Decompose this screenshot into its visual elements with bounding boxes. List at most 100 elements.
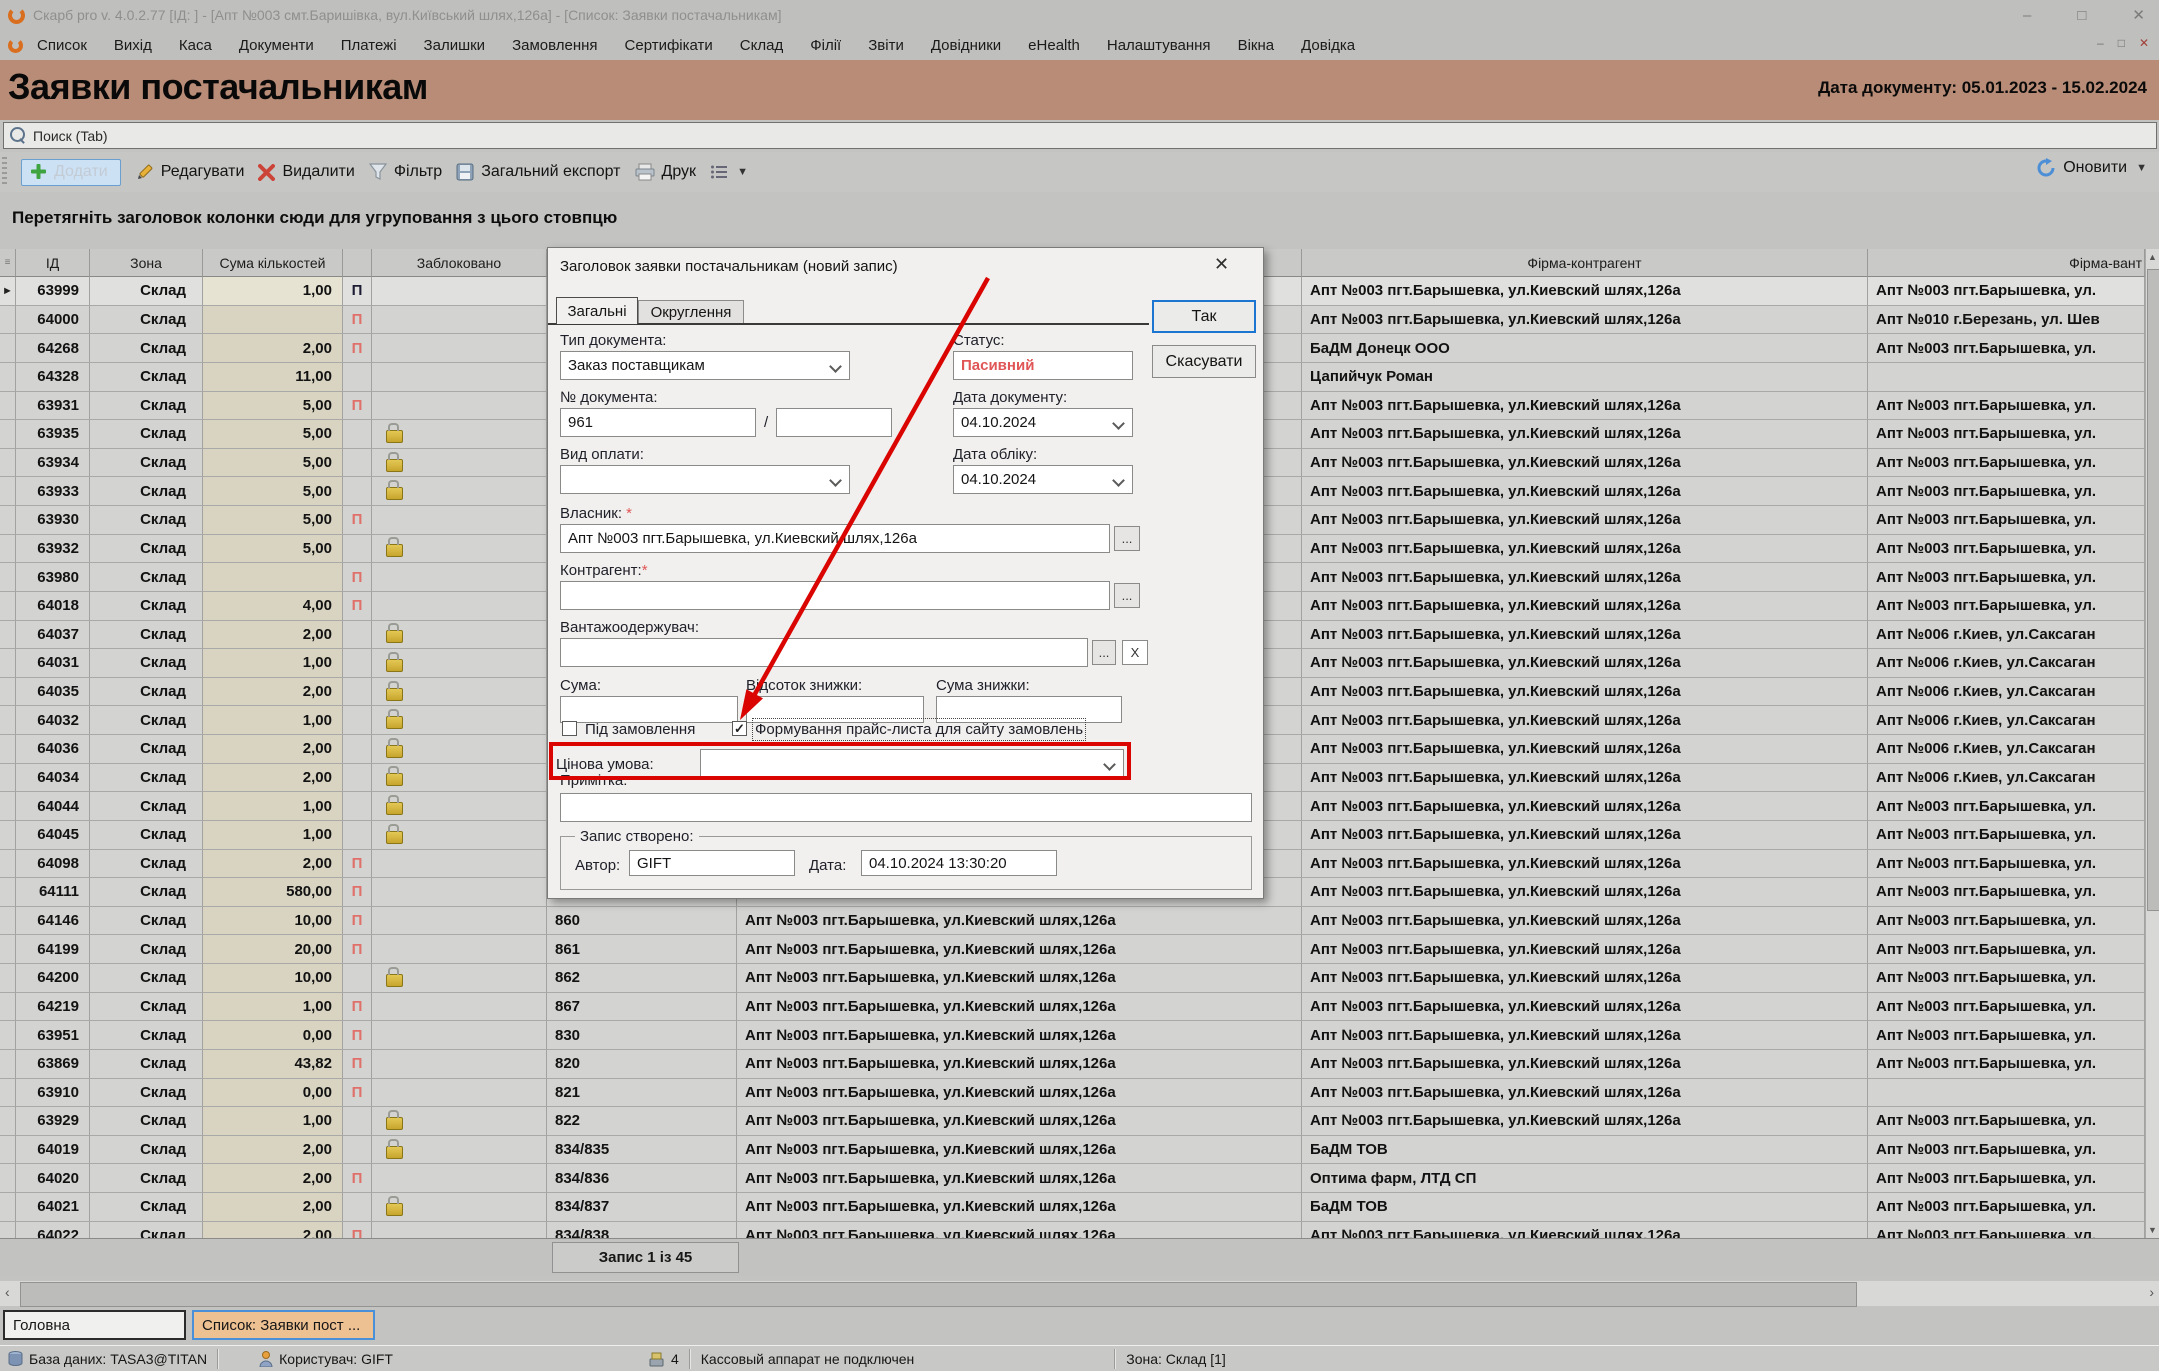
cell-id[interactable]: 64146 (16, 907, 90, 936)
cell-qty[interactable]: 1,00 (203, 792, 343, 821)
cell-id[interactable]: 63933 (16, 477, 90, 506)
cell-id[interactable]: 64022 (16, 1222, 90, 1238)
note-input[interactable] (560, 793, 1252, 822)
cell-blocked[interactable] (372, 563, 547, 592)
cell-id[interactable]: 64019 (16, 1136, 90, 1165)
cell-p-flag[interactable] (343, 1107, 372, 1136)
cell-blocked[interactable] (372, 649, 547, 678)
row-indicator[interactable] (0, 649, 16, 678)
cell-qty[interactable]: 10,00 (203, 907, 343, 936)
cell-contractor-firm[interactable]: Апт №003 пгт.Барышевка, ул.Киевский шлях… (1302, 1107, 1868, 1136)
search-input[interactable]: Поиск (Tab) (3, 122, 2157, 149)
cell-consignee-firm[interactable]: Апт №003 пгт.Барышевка, ул. (1868, 449, 2145, 478)
table-row[interactable]: 64021Склад2,00834/837Апт №003 пгт.Барыше… (0, 1193, 2145, 1222)
cell-p-flag[interactable] (343, 706, 372, 735)
cell-zone[interactable]: Склад (90, 1193, 203, 1222)
cell-blocked[interactable] (372, 334, 547, 363)
cell-id[interactable]: 63929 (16, 1107, 90, 1136)
menu-item-12[interactable]: Довідники (931, 37, 1001, 54)
cell-id[interactable]: 63932 (16, 535, 90, 564)
payment-type-select[interactable] (560, 465, 850, 494)
cancel-button[interactable]: Скасувати (1152, 345, 1256, 378)
cell-consignee-firm[interactable]: Апт №010 г.Березань, ул. Шев (1868, 306, 2145, 335)
cell-zone[interactable]: Склад (90, 477, 203, 506)
account-date-select[interactable]: 04.10.2024 (953, 465, 1133, 494)
cell-id[interactable]: 64031 (16, 649, 90, 678)
table-row[interactable]: 64022Склад2,00П834/838Апт №003 пгт.Барыш… (0, 1222, 2145, 1238)
cell-consignee-firm[interactable]: Апт №003 пгт.Барышевка, ул. (1868, 792, 2145, 821)
scroll-down-icon[interactable]: ▼ (2148, 1225, 2157, 1235)
cell-id[interactable]: 64035 (16, 678, 90, 707)
row-indicator[interactable] (0, 706, 16, 735)
cell-blocked[interactable] (372, 1222, 547, 1238)
cell-p-flag[interactable] (343, 363, 372, 392)
cell-blocked[interactable] (372, 506, 547, 535)
cell-contractor-firm[interactable]: Апт №003 пгт.Барышевка, ул.Киевский шлях… (1302, 964, 1868, 993)
cell-qty[interactable]: 2,00 (203, 1222, 343, 1238)
doc-number-suffix-input[interactable] (776, 408, 892, 437)
cell-p-flag[interactable]: П (343, 306, 372, 335)
cell-doc-number[interactable]: 867 (547, 993, 737, 1022)
cell-qty[interactable]: 2,00 (203, 1136, 343, 1165)
cell-id[interactable]: 63930 (16, 506, 90, 535)
cell-zone[interactable]: Склад (90, 277, 203, 306)
row-indicator[interactable] (0, 1222, 16, 1238)
under-order-checkbox[interactable] (562, 721, 577, 736)
cell-owner-firm[interactable]: Апт №003 пгт.Барышевка, ул.Киевский шлях… (737, 1222, 1302, 1238)
row-indicator[interactable]: ► (0, 277, 16, 306)
menu-item-4[interactable]: Документи (239, 37, 314, 54)
cell-p-flag[interactable]: П (343, 935, 372, 964)
cell-p-flag[interactable]: П (343, 563, 372, 592)
dialog-tab-general[interactable]: Загальні (556, 297, 638, 324)
row-indicator[interactable] (0, 334, 16, 363)
cell-doc-number[interactable]: 822 (547, 1107, 737, 1136)
cell-consignee-firm[interactable]: Апт №003 пгт.Барышевка, ул. (1868, 907, 2145, 936)
cell-doc-number[interactable]: 860 (547, 907, 737, 936)
restore-button[interactable]: □ (2077, 7, 2086, 24)
cell-blocked[interactable] (372, 592, 547, 621)
cell-contractor-firm[interactable]: БаДМ Донецк ООО (1302, 334, 1868, 363)
close-button[interactable]: ✕ (2132, 6, 2145, 24)
menu-item-15[interactable]: Вікна (1238, 37, 1275, 54)
table-row[interactable]: 63869Склад43,82П820Апт №003 пгт.Барышевк… (0, 1050, 2145, 1079)
cell-contractor-firm[interactable]: Апт №003 пгт.Барышевка, ул.Киевский шлях… (1302, 993, 1868, 1022)
cell-owner-firm[interactable]: Апт №003 пгт.Барышевка, ул.Киевский шлях… (737, 1021, 1302, 1050)
cell-id[interactable]: 64098 (16, 850, 90, 879)
row-indicator[interactable] (0, 1107, 16, 1136)
cell-consignee-firm[interactable]: Апт №006 г.Киев, ул.Саксаган (1868, 764, 2145, 793)
cell-id[interactable]: 64045 (16, 821, 90, 850)
cell-consignee-firm[interactable]: Апт №003 пгт.Барышевка, ул. (1868, 592, 2145, 621)
menu-item-3[interactable]: Каса (179, 37, 212, 54)
cell-blocked[interactable] (372, 964, 547, 993)
cell-owner-firm[interactable]: Апт №003 пгт.Барышевка, ул.Киевский шлях… (737, 964, 1302, 993)
cell-zone[interactable]: Склад (90, 706, 203, 735)
cell-contractor-firm[interactable]: Апт №003 пгт.Барышевка, ул.Киевский шлях… (1302, 1079, 1868, 1108)
cell-id[interactable]: 64032 (16, 706, 90, 735)
cell-doc-number[interactable]: 862 (547, 964, 737, 993)
owner-input[interactable]: Апт №003 пгт.Барышевка, ул.Киевский шлях… (560, 524, 1110, 553)
cell-contractor-firm[interactable]: БаДМ ТОВ (1302, 1136, 1868, 1165)
cell-p-flag[interactable]: П (343, 1222, 372, 1238)
menu-item-11[interactable]: Звіти (868, 37, 904, 54)
cell-p-flag[interactable]: П (343, 592, 372, 621)
row-indicator[interactable] (0, 764, 16, 793)
cell-qty[interactable]: 580,00 (203, 878, 343, 907)
cell-contractor-firm[interactable]: Апт №003 пгт.Барышевка, ул.Киевский шлях… (1302, 821, 1868, 850)
row-indicator[interactable] (0, 1021, 16, 1050)
contractor-input[interactable] (560, 581, 1110, 610)
cell-qty[interactable]: 11,00 (203, 363, 343, 392)
scroll-left-icon[interactable]: ‹ (5, 1284, 10, 1300)
add-button[interactable]: Додати (21, 159, 121, 186)
cell-id[interactable]: 63934 (16, 449, 90, 478)
cell-zone[interactable]: Склад (90, 334, 203, 363)
cell-zone[interactable]: Склад (90, 907, 203, 936)
cell-id[interactable]: 64021 (16, 1193, 90, 1222)
cell-contractor-firm[interactable]: Апт №003 пгт.Барышевка, ул.Киевский шлях… (1302, 506, 1868, 535)
cell-id[interactable]: 64199 (16, 935, 90, 964)
cell-p-flag[interactable]: П (343, 392, 372, 421)
cell-p-flag[interactable]: П (343, 334, 372, 363)
cell-contractor-firm[interactable]: Апт №003 пгт.Барышевка, ул.Киевский шлях… (1302, 621, 1868, 650)
cell-zone[interactable]: Склад (90, 764, 203, 793)
row-indicator[interactable] (0, 1079, 16, 1108)
cell-zone[interactable]: Склад (90, 964, 203, 993)
